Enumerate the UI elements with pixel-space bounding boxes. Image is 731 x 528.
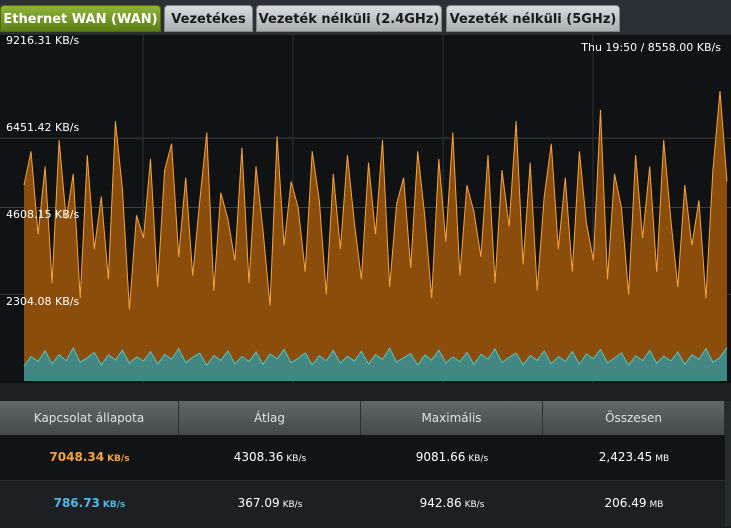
transmit-total: 206.49 MB xyxy=(604,496,664,510)
receive-current: 7048.34 KB/s xyxy=(49,450,130,464)
y-tick-label-3: 6451.42 KB/s xyxy=(6,121,80,134)
tab-ethernet-wan[interactable]: Ethernet WAN (WAN) xyxy=(0,5,161,32)
tab-wired[interactable]: Vezetékes xyxy=(164,5,253,32)
tab-wireless-24ghz[interactable]: Vezeték nélküli (2.4GHz) xyxy=(256,5,442,32)
receive-max: 9081.66 KB/s xyxy=(415,450,489,464)
transmit-max: 942.86 KB/s xyxy=(419,496,485,510)
header-total: Összesen xyxy=(543,401,725,435)
transmit-average: 367.09 KB/s xyxy=(237,496,303,510)
receive-total: 2,423.45 MB xyxy=(598,450,670,464)
header-connection-status: Kapcsolat állapota xyxy=(0,401,179,435)
tab-wireless-5ghz[interactable]: Vezeték nélküli (5GHz) xyxy=(446,5,620,32)
stats-row-transmit: 786.73 KB/s 367.09 KB/s 942.86 KB/s 206.49 M… xyxy=(0,481,725,526)
chart-status-readout: Thu 19:50 / 8558.00 KB/s xyxy=(581,41,721,54)
stats-table: Kapcsolat állapota Átlag Maximális Össze… xyxy=(0,401,731,526)
transmit-current: 786.73 KB/s xyxy=(53,496,126,510)
y-tick-label-1: 2304.08 KB/s xyxy=(6,295,80,308)
header-average: Átlag xyxy=(179,401,361,435)
header-maximum: Maximális xyxy=(361,401,543,435)
receive-average: 4308.36 KB/s xyxy=(233,450,307,464)
traffic-chart: 9216.31 KB/s 6451.42 KB/s 4608.15 KB/s 2… xyxy=(0,34,731,383)
y-tick-label-2: 4608.15 KB/s xyxy=(6,208,80,221)
traffic-chart-svg xyxy=(0,34,731,383)
receive-area xyxy=(24,91,727,381)
y-tick-label-max: 9216.31 KB/s xyxy=(6,34,80,47)
tab-bar: Ethernet WAN (WAN) Vezetékes Vezeték nél… xyxy=(0,0,731,34)
stats-row-receive: 7048.34 KB/s 4308.36 KB/s 9081.66 KB/s 2,42… xyxy=(0,435,725,480)
